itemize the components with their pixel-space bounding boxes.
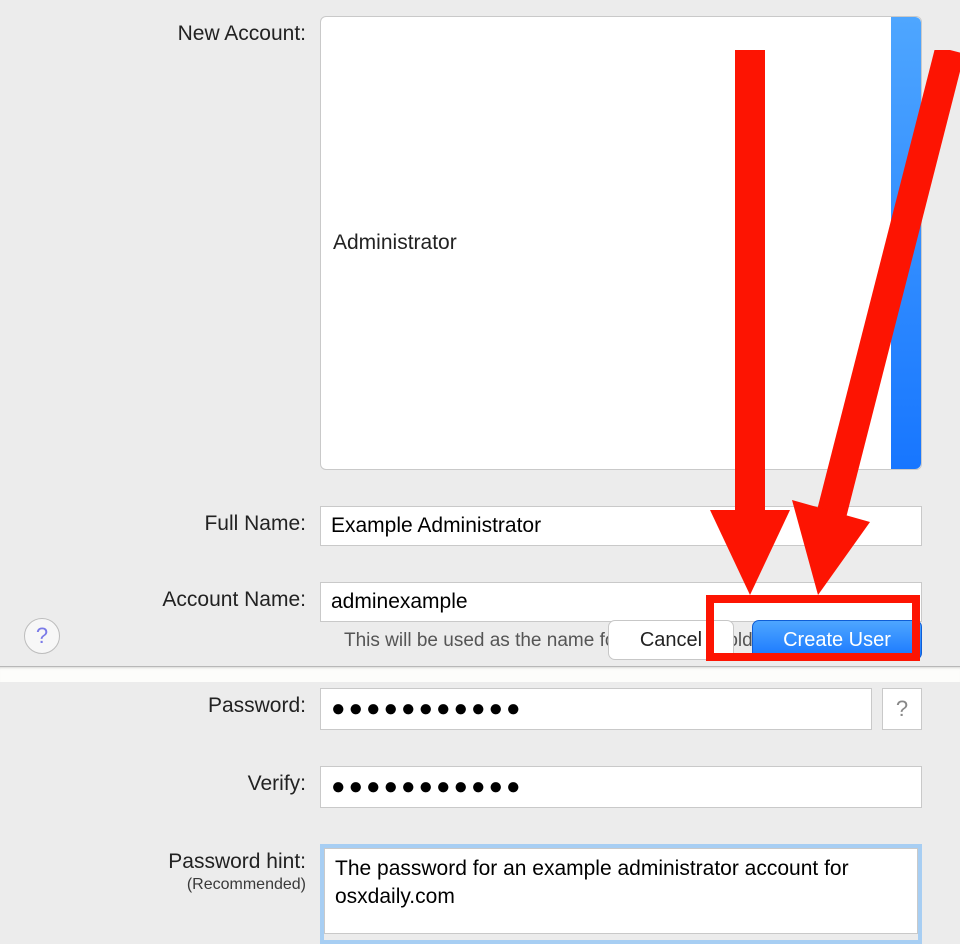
field-col: Administrator bbox=[320, 16, 960, 470]
label-col: New Account: bbox=[0, 16, 320, 46]
password-hint-textarea[interactable]: The password for an example administrato… bbox=[324, 848, 918, 934]
row-password-hint: Password hint: (Recommended) The passwor… bbox=[0, 844, 960, 944]
password-label: Password: bbox=[0, 694, 306, 718]
verify-label: Verify: bbox=[0, 772, 306, 796]
chevron-updown-icon bbox=[891, 17, 921, 469]
new-account-label: New Account: bbox=[0, 22, 306, 46]
dialog-button-row: Cancel Create User bbox=[608, 620, 922, 660]
row-new-account: New Account: Administrator bbox=[0, 16, 960, 470]
recommended-label: (Recommended) bbox=[0, 876, 306, 894]
create-user-form: New Account: Administrator Full Name: Ac… bbox=[0, 16, 960, 944]
account-name-input[interactable] bbox=[320, 582, 922, 622]
verify-input[interactable] bbox=[320, 766, 922, 808]
cancel-button-label: Cancel bbox=[640, 629, 702, 652]
cancel-button[interactable]: Cancel bbox=[608, 620, 734, 660]
full-name-input[interactable] bbox=[320, 506, 922, 546]
new-account-select[interactable]: Administrator bbox=[320, 16, 922, 470]
help-button[interactable]: ? bbox=[24, 618, 60, 654]
new-account-selected-value: Administrator bbox=[333, 231, 457, 255]
create-user-button[interactable]: Create User bbox=[752, 620, 922, 660]
row-full-name: Full Name: bbox=[0, 506, 960, 546]
help-icon: ? bbox=[36, 623, 48, 649]
create-user-button-label: Create User bbox=[783, 629, 891, 652]
window-bottom-strip bbox=[0, 666, 960, 682]
key-icon: ? bbox=[896, 696, 908, 722]
password-assistant-button[interactable]: ? bbox=[882, 688, 922, 730]
password-hint-label: Password hint: bbox=[0, 850, 306, 874]
row-verify: Verify: bbox=[0, 766, 960, 808]
password-hint-focus-ring: The password for an example administrato… bbox=[320, 844, 922, 944]
full-name-label: Full Name: bbox=[0, 512, 306, 536]
account-name-label: Account Name: bbox=[0, 588, 306, 612]
row-password: Password: ? bbox=[0, 688, 960, 730]
password-input[interactable] bbox=[320, 688, 872, 730]
